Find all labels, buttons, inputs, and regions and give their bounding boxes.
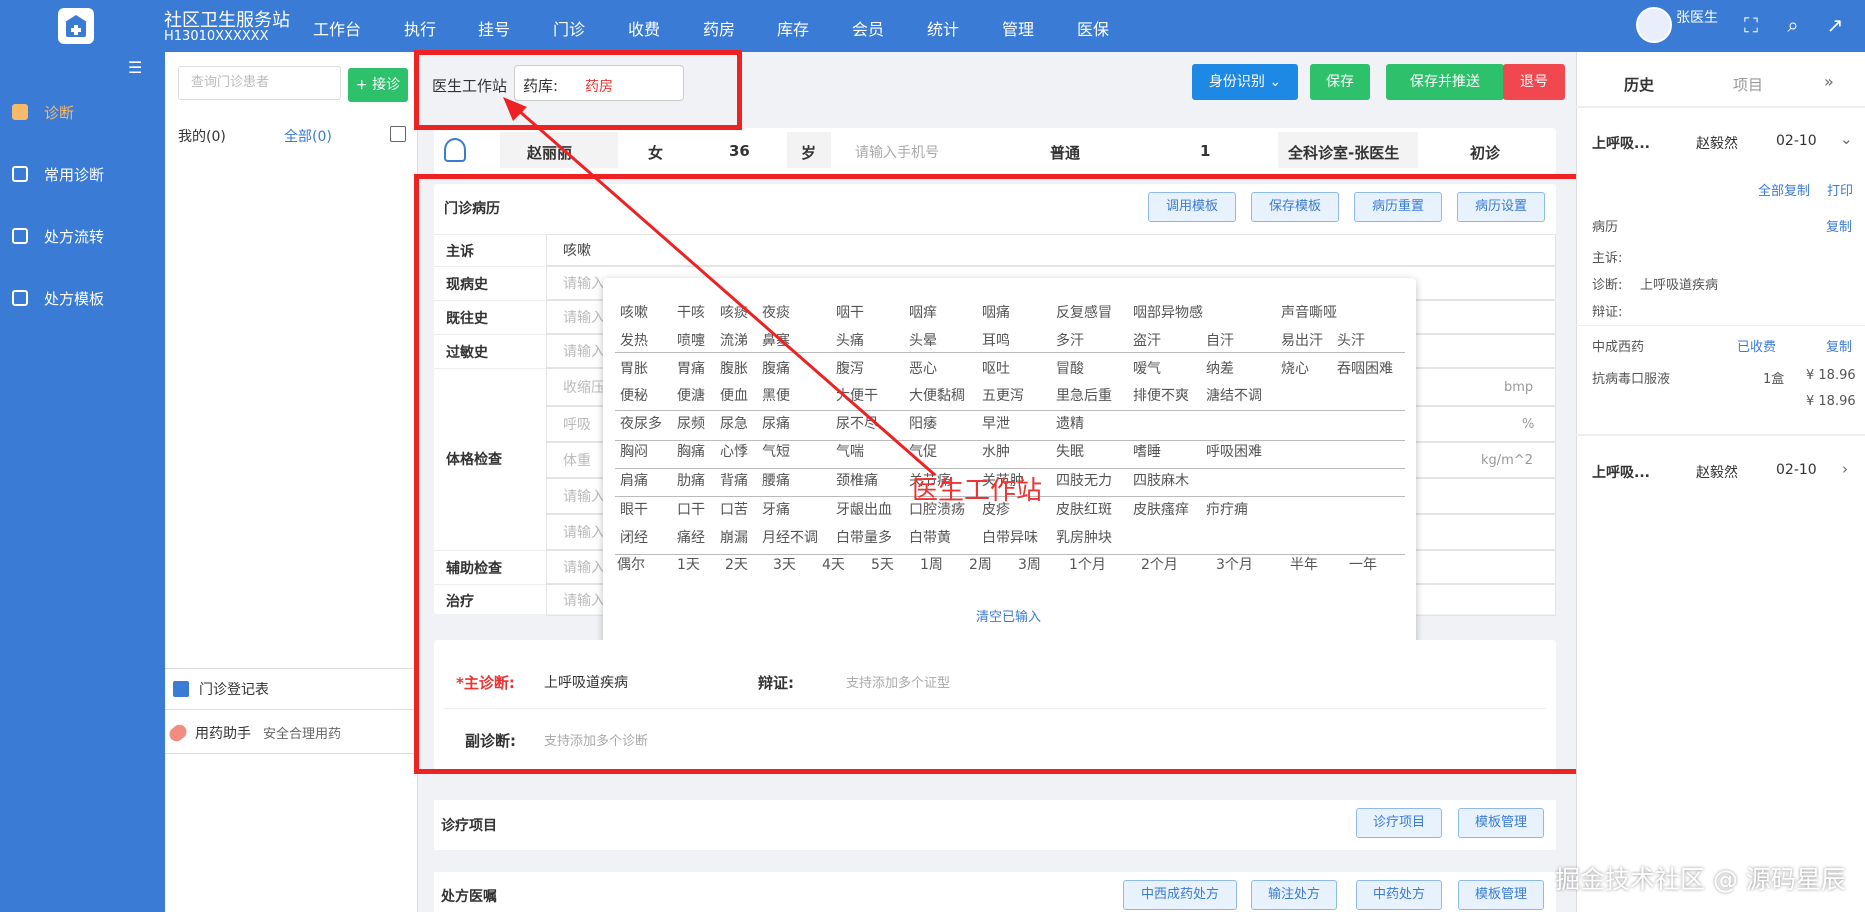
diagnosis-icon <box>12 104 28 120</box>
tab-mine[interactable]: 我的(0) <box>178 126 226 146</box>
tab-history[interactable]: 历史 <box>1624 74 1654 95</box>
save-push-button[interactable]: 保存并推送 <box>1386 64 1504 100</box>
nav-pharmacy[interactable]: 药房 <box>703 16 735 40</box>
user-name[interactable]: 张医生 <box>1676 7 1718 27</box>
history-syndrome: 辩证: <box>1592 305 1623 320</box>
nav-register[interactable]: 挂号 <box>478 16 510 40</box>
treatment-items-button[interactable]: 诊疗项目 <box>1356 808 1442 838</box>
copy-all-link[interactable]: 全部复制 <box>1758 180 1810 199</box>
flow-icon <box>12 228 28 244</box>
expand-icon[interactable]: » <box>1824 72 1834 91</box>
history-diagnosis-2[interactable]: 上呼吸... <box>1592 462 1650 482</box>
calendar-icon[interactable] <box>390 126 406 142</box>
chevron-down-icon[interactable]: ⌄ <box>1840 130 1853 148</box>
tab-all[interactable]: 全部(0) <box>284 126 332 146</box>
history-date: 02-10 <box>1776 133 1817 149</box>
pill-icon <box>166 721 190 744</box>
sidebar-item-diagnosis[interactable]: 诊断 <box>0 92 165 132</box>
station-code: H13010XXXXXX <box>164 29 269 44</box>
nav-inventory[interactable]: 库存 <box>777 16 809 40</box>
history-panel <box>1576 52 1865 912</box>
history-doctor-2: 赵毅然 <box>1696 465 1738 481</box>
external-link-icon[interactable]: ↗ <box>1822 12 1848 38</box>
save-button[interactable]: 保存 <box>1310 64 1370 100</box>
visit-type[interactable]: 初诊 <box>1470 142 1500 163</box>
annotation-arrow-icon <box>503 97 936 477</box>
sidebar-item-prescription-template[interactable]: 处方模板 <box>0 278 165 318</box>
receive-button[interactable]: + 接诊 <box>348 68 408 102</box>
infusion-rx-button[interactable]: 输注处方 <box>1251 880 1337 910</box>
nav-member[interactable]: 会员 <box>852 16 884 40</box>
rx-template-button[interactable]: 模板管理 <box>1458 880 1544 910</box>
history-med-price: ¥ 18.96 <box>1806 368 1856 383</box>
chinese-rx-button[interactable]: 中药处方 <box>1356 880 1442 910</box>
history-diagnosis[interactable]: 上呼吸... <box>1592 133 1650 153</box>
patient-panel <box>165 52 418 912</box>
chevron-right-icon[interactable]: › <box>1842 460 1848 478</box>
history-complaint: 主诉: <box>1592 251 1623 266</box>
nav-insurance[interactable]: 医保 <box>1077 16 1109 40</box>
divider <box>1576 106 1865 108</box>
sidebar-item-prescription-flow[interactable]: 处方流转 <box>0 216 165 256</box>
patient-search-input[interactable]: 查询门诊患者 <box>178 66 341 100</box>
nav-outpatient[interactable]: 门诊 <box>553 16 585 40</box>
menu-collapse-icon[interactable]: ☰ <box>128 58 142 77</box>
history-diagnosis-value: 上呼吸道疾病 <box>1640 278 1719 293</box>
refund-button[interactable]: 退号 <box>1503 64 1565 100</box>
nav-execute[interactable]: 执行 <box>404 16 436 40</box>
history-record-label: 病历 <box>1592 220 1619 235</box>
visit-number: 1 <box>1200 142 1211 160</box>
fullscreen-icon[interactable]: ⛶ <box>1738 12 1764 38</box>
nav-statistics[interactable]: 统计 <box>927 16 959 40</box>
copy-record-link[interactable]: 复制 <box>1826 216 1852 235</box>
search-icon[interactable]: ⌕ <box>1780 12 1806 38</box>
history-date-2: 02-10 <box>1776 462 1817 478</box>
treatment-items-title: 诊疗项目 <box>441 818 497 834</box>
logo-icon <box>58 8 94 44</box>
items-template-button[interactable]: 模板管理 <box>1458 808 1544 838</box>
list-icon <box>12 166 28 182</box>
history-med-total: ¥ 18.96 <box>1806 394 1856 409</box>
watermark: 掘金技术社区 @ 源码星辰 <box>1555 865 1846 894</box>
template-icon <box>12 290 28 306</box>
print-link[interactable]: 打印 <box>1827 180 1853 199</box>
checkbox-icon <box>173 681 189 697</box>
nav-manage[interactable]: 管理 <box>1002 16 1034 40</box>
department[interactable]: 全科诊室-张医生 <box>1288 142 1399 163</box>
avatar[interactable] <box>1636 7 1672 43</box>
prescription-title: 处方医嘱 <box>441 889 497 905</box>
history-med-title: 中成西药 <box>1592 340 1645 355</box>
history-med-qty: 1盒 <box>1763 372 1785 387</box>
annotation-label: 医生工作站 <box>912 476 1043 506</box>
western-rx-button[interactable]: 中西成药处方 <box>1123 880 1237 910</box>
copy-med-link[interactable]: 复制 <box>1826 336 1852 355</box>
nav-charge[interactable]: 收费 <box>628 16 660 40</box>
patient-icon <box>444 138 466 162</box>
nav-workbench[interactable]: 工作台 <box>313 16 361 40</box>
divider <box>1576 434 1865 436</box>
identity-button[interactable]: 身份识别 ⌄ <box>1192 64 1298 100</box>
history-diagnosis-label: 诊断: <box>1592 278 1623 293</box>
patient-type[interactable]: 普通 <box>1050 142 1080 163</box>
paid-status: 已收费 <box>1737 340 1777 355</box>
history-doctor: 赵毅然 <box>1696 136 1738 152</box>
divider <box>1576 325 1865 326</box>
med-assistant-link[interactable]: 用药助手 安全合理用药 <box>165 712 418 754</box>
history-med-name: 抗病毒口服液 <box>1592 372 1671 387</box>
sidebar-item-common-diagnosis[interactable]: 常用诊断 <box>0 154 165 194</box>
tab-items[interactable]: 项目 <box>1733 74 1763 95</box>
register-form-link[interactable]: 门诊登记表 <box>165 668 418 710</box>
